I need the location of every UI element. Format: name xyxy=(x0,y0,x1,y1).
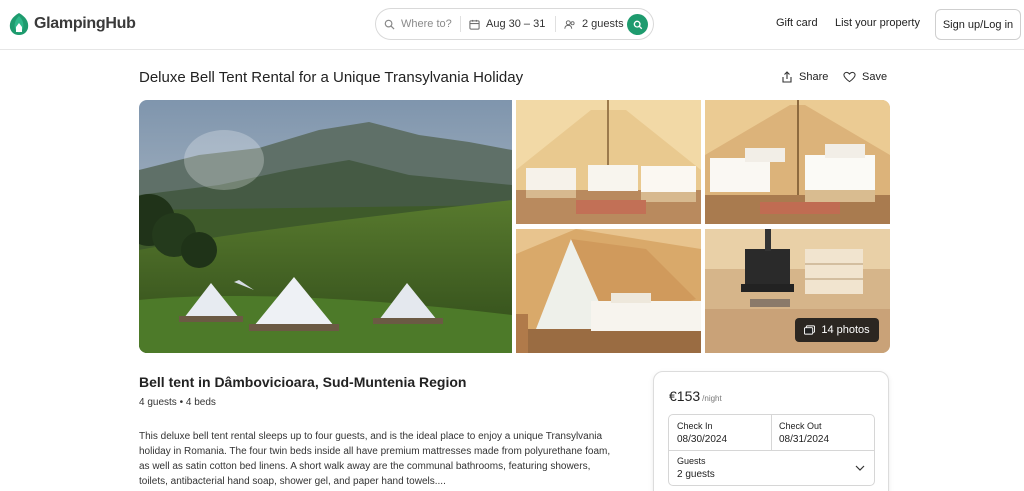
gallery-photo[interactable] xyxy=(516,229,701,353)
description-line: as well as satin cotton bed linens. A sh… xyxy=(139,461,591,472)
search-icon xyxy=(633,20,642,29)
description-line: toilets, antibacterial hand soap, shower… xyxy=(139,476,446,487)
save-button[interactable]: Save xyxy=(843,71,887,83)
share-label: Share xyxy=(799,71,829,83)
check-out-field[interactable]: Check Out 08/31/2024 xyxy=(779,421,829,445)
field-divider xyxy=(771,415,772,450)
photos-icon xyxy=(804,325,816,335)
gift-card-link[interactable]: Gift card xyxy=(776,17,818,29)
guests-value: 2 guests xyxy=(582,18,624,30)
price-value: €153 xyxy=(669,388,701,404)
description-line: holiday in Romania. The four twin beds i… xyxy=(139,446,611,457)
listing-capacity: 4 guests • 4 beds xyxy=(139,397,216,408)
check-out-label: Check Out xyxy=(779,421,822,431)
listing-description: This deluxe bell tent rental sleeps up t… xyxy=(139,429,619,489)
photos-count-label: 14 photos xyxy=(821,324,870,336)
price-unit: /night xyxy=(702,394,722,403)
list-property-link[interactable]: List your property xyxy=(835,17,920,29)
chevron-down-icon xyxy=(855,465,865,471)
guests-label: Guests xyxy=(677,456,706,466)
booking-card: €153/night Check In 08/30/2024 Check Out… xyxy=(653,371,889,491)
search-icon xyxy=(384,19,395,30)
gallery-photo[interactable] xyxy=(516,100,701,224)
save-label: Save xyxy=(862,71,888,83)
top-header: GlampingHub Where to? Aug 30 – 31 2 gues… xyxy=(0,0,1024,50)
listing-title: Deluxe Bell Tent Rental for a Unique Tra… xyxy=(139,69,524,86)
share-button[interactable]: Share xyxy=(781,71,828,83)
all-photos-button[interactable]: 14 photos xyxy=(795,318,879,342)
description-line: This deluxe bell tent rental sleeps up t… xyxy=(139,431,603,442)
check-out-value: 08/31/2024 xyxy=(779,434,830,445)
field-divider xyxy=(669,450,874,451)
share-icon xyxy=(782,71,792,83)
search-bar[interactable]: Where to? Aug 30 – 31 2 guests xyxy=(375,8,654,40)
search-dates-field[interactable]: Aug 30 – 31 xyxy=(461,9,555,39)
dates-value: Aug 30 – 31 xyxy=(486,18,546,30)
leaf-logo-icon xyxy=(9,13,29,35)
gallery-photo[interactable] xyxy=(705,100,890,224)
nightly-price: €153/night xyxy=(669,388,722,404)
guests-icon xyxy=(564,19,575,29)
search-guests-field[interactable]: 2 guests xyxy=(556,9,634,39)
where-placeholder: Where to? xyxy=(401,18,452,30)
brand-logo[interactable]: GlampingHub xyxy=(8,12,136,36)
photo-gallery: 14 photos xyxy=(139,100,890,353)
calendar-icon xyxy=(469,19,480,30)
check-in-field[interactable]: Check In 08/30/2024 xyxy=(677,421,727,445)
main-photo[interactable] xyxy=(139,100,512,353)
guests-select[interactable]: Guests 2 guests xyxy=(677,456,867,480)
heart-icon xyxy=(843,71,856,83)
search-submit-button[interactable] xyxy=(627,14,648,35)
check-in-value: 08/30/2024 xyxy=(677,434,728,445)
signup-login-button[interactable]: Sign up/Log in xyxy=(935,9,1021,40)
booking-form: Check In 08/30/2024 Check Out 08/31/2024… xyxy=(668,414,875,486)
check-in-label: Check In xyxy=(677,421,713,431)
listing-subtitle: Bell tent in Dâmbovicioara, Sud-Muntenia… xyxy=(139,374,467,390)
guests-select-value: 2 guests xyxy=(677,469,715,480)
search-where-field[interactable]: Where to? xyxy=(376,9,460,39)
brand-name: GlampingHub xyxy=(34,15,136,32)
